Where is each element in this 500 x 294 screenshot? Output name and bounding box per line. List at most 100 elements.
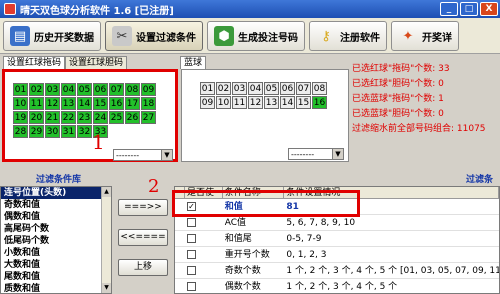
- red-number-cell[interactable]: 10: [13, 97, 28, 110]
- use-checkbox[interactable]: [186, 250, 196, 259]
- scroll-up-icon[interactable]: ▲: [102, 187, 111, 197]
- red-number-cell[interactable]: 21: [45, 111, 60, 124]
- generate-icon: ⬢: [214, 26, 234, 46]
- list-item[interactable]: 质数和值: [1, 283, 111, 294]
- red-number-cell[interactable]: 12: [45, 97, 60, 110]
- tab-red-tuoma[interactable]: 设置红球拖码: [3, 56, 66, 69]
- red-number-cell[interactable]: 29: [29, 125, 44, 138]
- scroll-down-icon[interactable]: ▼: [102, 283, 111, 293]
- blue-number-cell[interactable]: 10: [216, 96, 231, 109]
- condition-setting: 1 个, 2 个, 3 个, 4 个, 5 个 [01, 03, 05, 07,…: [286, 266, 500, 276]
- add-filter-button[interactable]: ===>>: [118, 199, 168, 216]
- red-number-cell[interactable]: 14: [77, 97, 92, 110]
- filter-title-right: 过滤条: [466, 175, 494, 185]
- register-button[interactable]: ⚷ 注册软件: [309, 21, 387, 51]
- blue-number-cell[interactable]: 07: [296, 82, 311, 95]
- red-number-cell[interactable]: 04: [61, 83, 76, 96]
- red-number-cell[interactable]: 30: [45, 125, 60, 138]
- lightbulb-icon: ✦: [402, 28, 414, 44]
- red-number-cell[interactable]: 28: [13, 125, 28, 138]
- blue-number-cell[interactable]: 13: [264, 96, 279, 109]
- blue-number-cell[interactable]: 11: [232, 96, 247, 109]
- red-number-cell[interactable]: 02: [29, 83, 44, 96]
- blue-number-cell[interactable]: 04: [248, 82, 263, 95]
- red-number-cell[interactable]: 06: [93, 83, 108, 96]
- red-number-cell[interactable]: 22: [61, 111, 76, 124]
- blue-number-cell[interactable]: 09: [200, 96, 215, 109]
- use-checkbox[interactable]: [186, 266, 196, 275]
- list-item[interactable]: 小数和值: [1, 247, 111, 259]
- list-item[interactable]: 低尾码个数: [1, 235, 111, 247]
- red-number-cell[interactable]: 05: [77, 83, 92, 96]
- list-scrollbar[interactable]: ▲ ▼: [101, 187, 111, 293]
- red-number-cell[interactable]: 23: [77, 111, 92, 124]
- blue-number-cell[interactable]: 16: [312, 96, 327, 109]
- lottery-detail-button[interactable]: ✦ 开奖详: [391, 21, 459, 51]
- red-number-cell[interactable]: 11: [29, 97, 44, 110]
- red-number-cell[interactable]: 31: [61, 125, 76, 138]
- blue-dropdown[interactable]: -------- ▼: [288, 148, 344, 160]
- red-number-cell[interactable]: 03: [45, 83, 60, 96]
- minimize-button[interactable]: _: [440, 2, 458, 16]
- red-number-cell[interactable]: 15: [93, 97, 108, 110]
- blue-number-cell[interactable]: 01: [200, 82, 215, 95]
- red-number-cell[interactable]: 16: [109, 97, 124, 110]
- list-item[interactable]: 偶数和值: [1, 211, 111, 223]
- move-up-button[interactable]: 上移: [118, 259, 168, 276]
- table-row[interactable]: 奇数个数 1 个, 2 个, 3 个, 4 个, 5 个 [01, 03, 05,…: [175, 263, 499, 279]
- info-total-combos: 过滤缩水前全部号码组合: 11075: [352, 124, 486, 134]
- red-number-cell[interactable]: 08: [125, 83, 140, 96]
- red-ball-panel: 01 02 03 04 05 06 07 08 09 10 11 12 13 14 15 16 17 18 19 20…: [2, 69, 178, 162]
- red-number-cell[interactable]: 25: [109, 111, 124, 124]
- tab-blue[interactable]: 蓝球: [180, 56, 207, 69]
- red-number-cell[interactable]: 24: [93, 111, 108, 124]
- red-number-cell[interactable]: 09: [141, 83, 156, 96]
- key-icon: ⚷: [321, 28, 331, 44]
- use-checkbox[interactable]: [186, 234, 196, 243]
- red-number-cell[interactable]: 17: [125, 97, 140, 110]
- table-row[interactable]: AC值 5, 6, 7, 8, 9, 10: [175, 215, 499, 231]
- set-filter-button[interactable]: ✂ 设置过滤条件: [105, 21, 203, 51]
- red-dropdown[interactable]: -------- ▼: [113, 149, 173, 161]
- list-item[interactable]: 奇数和值: [1, 199, 111, 211]
- red-number-cell[interactable]: 27: [141, 111, 156, 124]
- red-number-cell[interactable]: 32: [77, 125, 92, 138]
- history-data-button[interactable]: ▤ 历史开奖数据: [3, 21, 101, 51]
- blue-number-cell[interactable]: 15: [296, 96, 311, 109]
- document-icon: ▤: [10, 26, 30, 46]
- use-checkbox[interactable]: [186, 218, 196, 227]
- table-row[interactable]: 和值尾 0-5, 7-9: [175, 231, 499, 247]
- condition-name: 重开号个数: [224, 250, 270, 260]
- use-checkbox[interactable]: [186, 282, 196, 291]
- list-item[interactable]: 大数和值: [1, 259, 111, 271]
- list-item[interactable]: 尾数和值: [1, 271, 111, 283]
- maximize-button[interactable]: □: [460, 2, 478, 16]
- red-number-cell[interactable]: 20: [29, 111, 44, 124]
- blue-number-cell[interactable]: 06: [280, 82, 295, 95]
- blue-number-cell[interactable]: 14: [280, 96, 295, 109]
- list-item[interactable]: 高尾码个数: [1, 223, 111, 235]
- chevron-down-icon: ▼: [332, 149, 343, 159]
- red-ball-tabs: 设置红球拖码 设置红球胆码: [3, 56, 128, 69]
- blue-number-cell[interactable]: 05: [264, 82, 279, 95]
- generate-numbers-button[interactable]: ⬢ 生成投注号码: [207, 21, 305, 51]
- filter-library-list[interactable]: 连号位置(头数) 奇数和值 偶数和值 高尾码个数 低尾码个数 小数和值 大数和值 尾数和值 质数…: [0, 186, 112, 294]
- tab-red-danma[interactable]: 设置红球胆码: [65, 56, 128, 69]
- red-number-cell[interactable]: 13: [61, 97, 76, 110]
- close-button[interactable]: X: [480, 2, 498, 16]
- red-number-cell[interactable]: 07: [109, 83, 124, 96]
- list-item[interactable]: 连号位置(头数): [1, 187, 111, 199]
- blue-number-grid: 01 02 03 04 05 06 07 08 09 10 11 12 13 14 15 16: [200, 82, 327, 109]
- red-number-cell[interactable]: 26: [125, 111, 140, 124]
- red-number-cell[interactable]: 19: [13, 111, 28, 124]
- red-number-cell[interactable]: 18: [141, 97, 156, 110]
- blue-number-cell[interactable]: 02: [216, 82, 231, 95]
- table-row[interactable]: 偶数个数 1 个, 2 个, 3 个, 4 个, 5 个: [175, 279, 499, 293]
- red-number-cell[interactable]: 01: [13, 83, 28, 96]
- blue-number-cell[interactable]: 08: [312, 82, 327, 95]
- table-row[interactable]: 重开号个数 0, 1, 2, 3: [175, 247, 499, 263]
- set-filter-label: 设置过滤条件: [136, 32, 196, 44]
- blue-number-cell[interactable]: 03: [232, 82, 247, 95]
- remove-filter-button[interactable]: <<====: [118, 229, 168, 246]
- blue-number-cell[interactable]: 12: [248, 96, 263, 109]
